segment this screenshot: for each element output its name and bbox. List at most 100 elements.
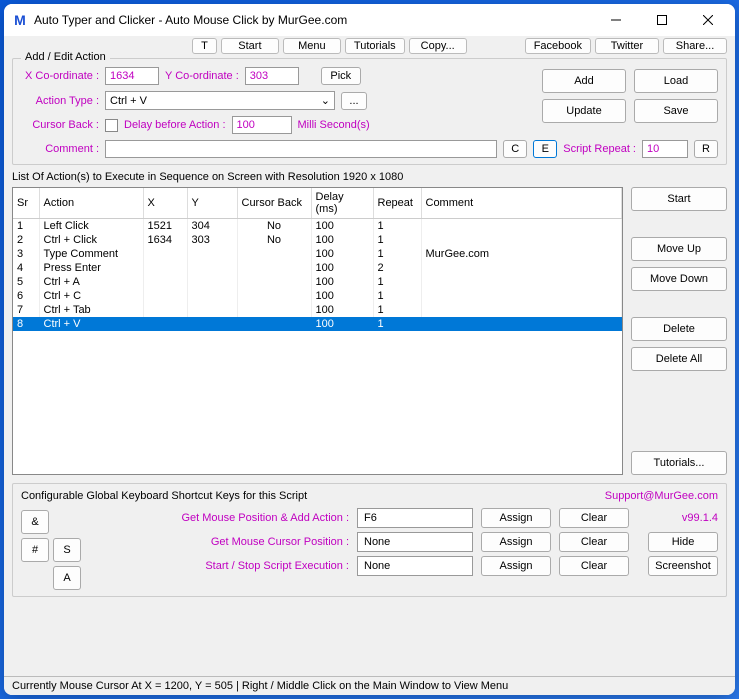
comment-input[interactable] — [105, 140, 497, 158]
sc3-assign[interactable]: Assign — [481, 556, 551, 576]
hide-button[interactable]: Hide — [648, 532, 718, 552]
cell-comment: MurGee.com — [421, 247, 622, 261]
amp-button[interactable]: & — [21, 510, 49, 534]
sc2-input[interactable] — [357, 532, 473, 552]
action-type-label: Action Type : — [21, 95, 99, 107]
action-type-select[interactable]: Ctrl + V ⌄ — [105, 91, 335, 110]
facebook-button[interactable]: Facebook — [525, 38, 591, 54]
table-row[interactable]: 2Ctrl + Click1634303No1001 — [13, 233, 622, 247]
th-y[interactable]: Y — [187, 188, 237, 219]
th-action[interactable]: Action — [39, 188, 143, 219]
menu-button[interactable]: Menu — [283, 38, 341, 54]
cell-cb: No — [237, 233, 311, 247]
cell-comment — [421, 275, 622, 289]
cell-cb — [237, 275, 311, 289]
th-sr[interactable]: Sr — [13, 188, 39, 219]
move-up-button[interactable]: Move Up — [631, 237, 727, 261]
close-button[interactable] — [685, 5, 731, 35]
table-row[interactable]: 7Ctrl + Tab1001 — [13, 303, 622, 317]
minimize-button[interactable] — [593, 5, 639, 35]
s-button[interactable]: S — [53, 538, 81, 562]
cell-sr: 8 — [13, 317, 39, 331]
share-button[interactable]: Share... — [663, 38, 727, 54]
sc1-assign[interactable]: Assign — [481, 508, 551, 528]
delete-all-button[interactable]: Delete All — [631, 347, 727, 371]
tutorials-button[interactable]: Tutorials... — [631, 451, 727, 475]
save-button[interactable]: Save — [634, 99, 718, 123]
support-link[interactable]: Support@MurGee.com — [605, 490, 718, 502]
r-button[interactable]: R — [694, 140, 718, 158]
th-cursor-back[interactable]: Cursor Back — [237, 188, 311, 219]
cell-sr: 6 — [13, 289, 39, 303]
action-dots-button[interactable]: ... — [341, 92, 367, 110]
hash-button[interactable]: # — [21, 538, 49, 562]
move-down-button[interactable]: Move Down — [631, 267, 727, 291]
cell-action: Ctrl + Tab — [39, 303, 143, 317]
delete-button[interactable]: Delete — [631, 317, 727, 341]
update-button[interactable]: Update — [542, 99, 626, 123]
table-row[interactable]: 6Ctrl + C1001 — [13, 289, 622, 303]
twitter-button[interactable]: Twitter — [595, 38, 659, 54]
start-tb-button[interactable]: Start — [221, 38, 279, 54]
cell-repeat: 2 — [373, 261, 421, 275]
version-label: v99.1.4 — [682, 512, 718, 524]
sc1-clear[interactable]: Clear — [559, 508, 629, 528]
cell-y — [187, 261, 237, 275]
cell-action: Ctrl + V — [39, 317, 143, 331]
sc1-input[interactable] — [357, 508, 473, 528]
th-comment[interactable]: Comment — [421, 188, 622, 219]
cursor-back-checkbox[interactable] — [105, 119, 118, 132]
load-button[interactable]: Load — [634, 69, 718, 93]
edit-group-title: Add / Edit Action — [21, 51, 110, 63]
titlebar[interactable]: M Auto Typer and Clicker - Auto Mouse Cl… — [4, 4, 735, 36]
sc3-label: Start / Stop Script Execution : — [89, 560, 349, 572]
pick-button[interactable]: Pick — [321, 67, 361, 85]
table-row[interactable]: 3Type Comment1001MurGee.com — [13, 247, 622, 261]
cell-repeat: 1 — [373, 219, 421, 234]
cell-comment — [421, 261, 622, 275]
c-button[interactable]: C — [503, 140, 527, 158]
cell-delay: 100 — [311, 247, 373, 261]
th-repeat[interactable]: Repeat — [373, 188, 421, 219]
sc2-assign[interactable]: Assign — [481, 532, 551, 552]
y-input[interactable] — [245, 67, 299, 85]
tutorials-tb-button[interactable]: Tutorials — [345, 38, 405, 54]
cell-x: 1634 — [143, 233, 187, 247]
cell-delay: 100 — [311, 289, 373, 303]
cell-cb: No — [237, 219, 311, 234]
x-input[interactable] — [105, 67, 159, 85]
table-row[interactable]: 4Press Enter1002 — [13, 261, 622, 275]
cell-action: Type Comment — [39, 247, 143, 261]
add-button[interactable]: Add — [542, 69, 626, 93]
cell-comment — [421, 317, 622, 331]
cell-comment — [421, 219, 622, 234]
start-button[interactable]: Start — [631, 187, 727, 211]
maximize-button[interactable] — [639, 5, 685, 35]
cell-x: 1521 — [143, 219, 187, 234]
sc3-input[interactable] — [357, 556, 473, 576]
a-button[interactable]: A — [53, 566, 81, 590]
sc3-clear[interactable]: Clear — [559, 556, 629, 576]
table-row[interactable]: 5Ctrl + A1001 — [13, 275, 622, 289]
delay-input[interactable] — [232, 116, 292, 134]
action-table[interactable]: Sr Action X Y Cursor Back Delay (ms) Rep… — [12, 187, 623, 475]
copy-button[interactable]: Copy... — [409, 38, 467, 54]
th-delay[interactable]: Delay (ms) — [311, 188, 373, 219]
cell-repeat: 1 — [373, 247, 421, 261]
cell-x — [143, 289, 187, 303]
table-row[interactable]: 8Ctrl + V1001 — [13, 317, 622, 331]
cell-repeat: 1 — [373, 233, 421, 247]
sc2-clear[interactable]: Clear — [559, 532, 629, 552]
cell-sr: 1 — [13, 219, 39, 234]
script-repeat-input[interactable] — [642, 140, 688, 158]
milli-label: Milli Second(s) — [298, 119, 370, 131]
t-button[interactable]: T — [192, 38, 217, 54]
screenshot-button[interactable]: Screenshot — [648, 556, 718, 576]
th-x[interactable]: X — [143, 188, 187, 219]
cell-y — [187, 275, 237, 289]
cell-cb — [237, 289, 311, 303]
action-type-value: Ctrl + V — [110, 95, 147, 107]
table-row[interactable]: 1Left Click1521304No1001 — [13, 219, 622, 234]
cell-delay: 100 — [311, 219, 373, 234]
e-button[interactable]: E — [533, 140, 557, 158]
